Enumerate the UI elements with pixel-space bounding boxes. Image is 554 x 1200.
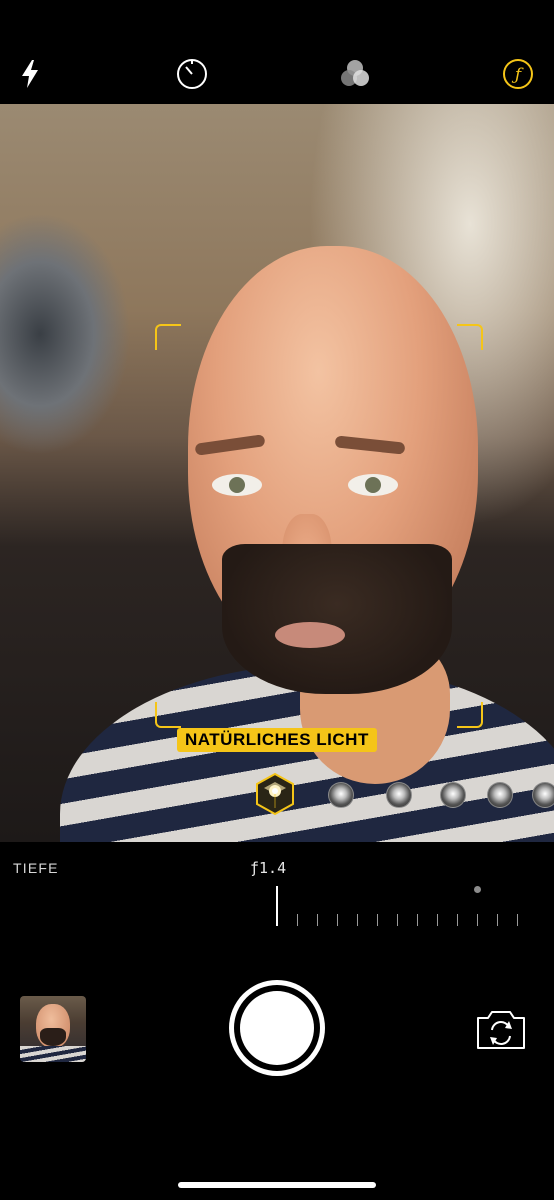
home-indicator[interactable] <box>178 1182 376 1188</box>
subject-beard <box>222 544 452 694</box>
bottom-controls <box>0 952 554 1200</box>
depth-tick <box>497 914 498 926</box>
studio-light-option[interactable] <box>328 782 354 808</box>
subject-eye <box>212 474 262 496</box>
depth-tick <box>377 914 378 926</box>
depth-tick <box>337 914 338 926</box>
default-depth-marker <box>474 886 481 893</box>
subject-mouth <box>275 622 345 648</box>
thumbnail-beard <box>40 1028 66 1046</box>
depth-tick <box>517 914 518 926</box>
depth-control[interactable]: TIEFE ƒ1.4 <box>0 842 554 952</box>
depth-tick <box>477 914 478 926</box>
depth-tick <box>297 914 298 926</box>
flash-icon[interactable] <box>12 56 48 92</box>
timer-icon[interactable] <box>174 56 210 92</box>
filters-icon[interactable] <box>337 56 373 92</box>
depth-tick <box>357 914 358 926</box>
depth-tick <box>397 914 398 926</box>
lighting-options <box>0 764 554 824</box>
depth-label: TIEFE <box>13 860 59 876</box>
camera-viewfinder[interactable]: NATÜRLICHES LICHT <box>0 104 554 842</box>
natural-light-option[interactable] <box>253 772 297 816</box>
focus-bracket <box>155 702 181 728</box>
subject-eye <box>348 474 398 496</box>
aperture-value: ƒ1.4 <box>250 859 287 877</box>
lighting-mode-label: NATÜRLICHES LICHT <box>177 728 377 752</box>
depth-tick <box>317 914 318 926</box>
depth-tick <box>417 914 418 926</box>
depth-tick <box>437 914 438 926</box>
focus-bracket <box>155 324 181 350</box>
shutter-button[interactable] <box>229 980 325 1076</box>
contour-light-option[interactable] <box>386 782 412 808</box>
depth-aperture-icon[interactable]: ƒ <box>500 56 536 92</box>
top-bar: ƒ <box>0 0 554 104</box>
last-photo-thumbnail[interactable] <box>20 996 86 1062</box>
stage-light-option[interactable] <box>440 782 466 808</box>
focus-bracket <box>457 702 483 728</box>
depth-slider-indicator[interactable] <box>276 886 278 926</box>
high-key-light-option[interactable] <box>532 782 554 808</box>
stage-light-mono-option[interactable] <box>487 782 513 808</box>
svg-text:ƒ: ƒ <box>511 65 524 85</box>
focus-bracket <box>457 324 483 350</box>
depth-tick <box>457 914 458 926</box>
camera-flip-icon[interactable] <box>474 1008 528 1052</box>
thumbnail-shirt <box>20 1046 86 1062</box>
